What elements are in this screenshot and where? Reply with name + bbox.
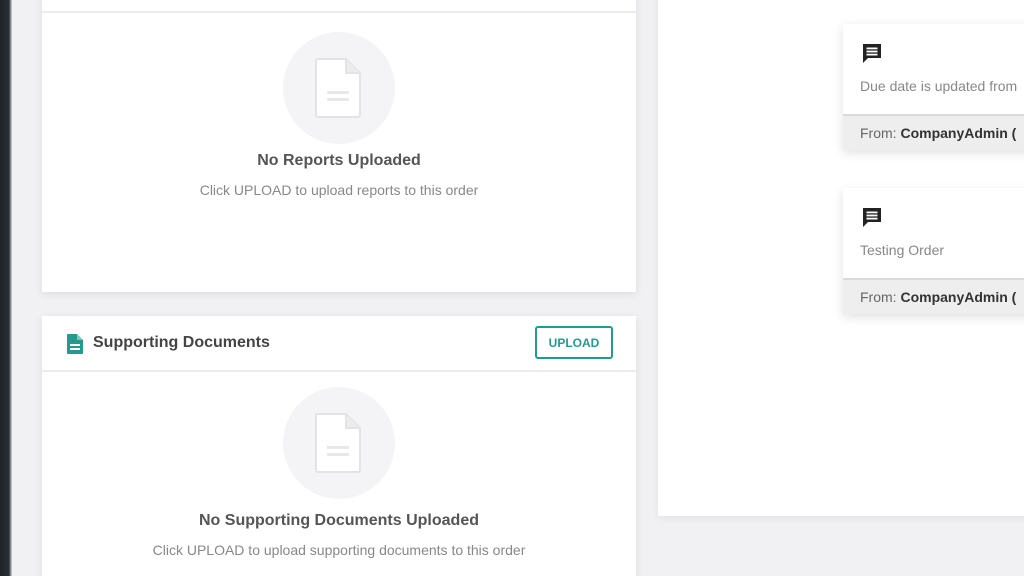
supporting-documents-card: Supporting Documents UPLOAD No Supportin…	[42, 316, 636, 576]
note-footer: From: CompanyAdmin (	[843, 114, 1024, 150]
empty-state-title: No Reports Uploaded	[257, 152, 421, 169]
file-icon	[67, 334, 83, 354]
window-left-edge	[0, 0, 12, 576]
upload-button[interactable]: UPLOAD	[535, 326, 613, 359]
divider	[42, 11, 636, 13]
note-footer: From: CompanyAdmin (	[843, 278, 1024, 314]
activity-note[interactable]: Due date is updated from From: CompanyAd…	[843, 24, 1024, 150]
from-label: From:	[860, 289, 897, 305]
document-icon	[315, 413, 361, 473]
empty-state-subtitle: Click UPLOAD to upload supporting docume…	[152, 542, 526, 558]
reports-card: No Reports Uploaded Click UPLOAD to uplo…	[42, 0, 636, 292]
from-value: CompanyAdmin (	[900, 289, 1017, 305]
empty-state-circle	[283, 387, 395, 499]
document-icon	[315, 58, 361, 118]
comment-icon	[863, 44, 881, 63]
note-text: Due date is updated from	[860, 78, 1018, 94]
from-value: CompanyAdmin (	[900, 125, 1017, 141]
from-label: From:	[860, 125, 897, 141]
empty-state-title: No Supporting Documents Uploaded	[199, 512, 479, 529]
card-header: Supporting Documents UPLOAD	[42, 316, 636, 372]
note-text: Testing Order	[860, 242, 945, 258]
empty-state-subtitle: Click UPLOAD to upload reports to this o…	[199, 182, 479, 198]
comment-icon	[863, 208, 881, 227]
empty-state-circle	[283, 32, 395, 144]
card-title: Supporting Documents	[93, 334, 270, 351]
activity-note[interactable]: Testing Order From: CompanyAdmin (	[843, 188, 1024, 314]
